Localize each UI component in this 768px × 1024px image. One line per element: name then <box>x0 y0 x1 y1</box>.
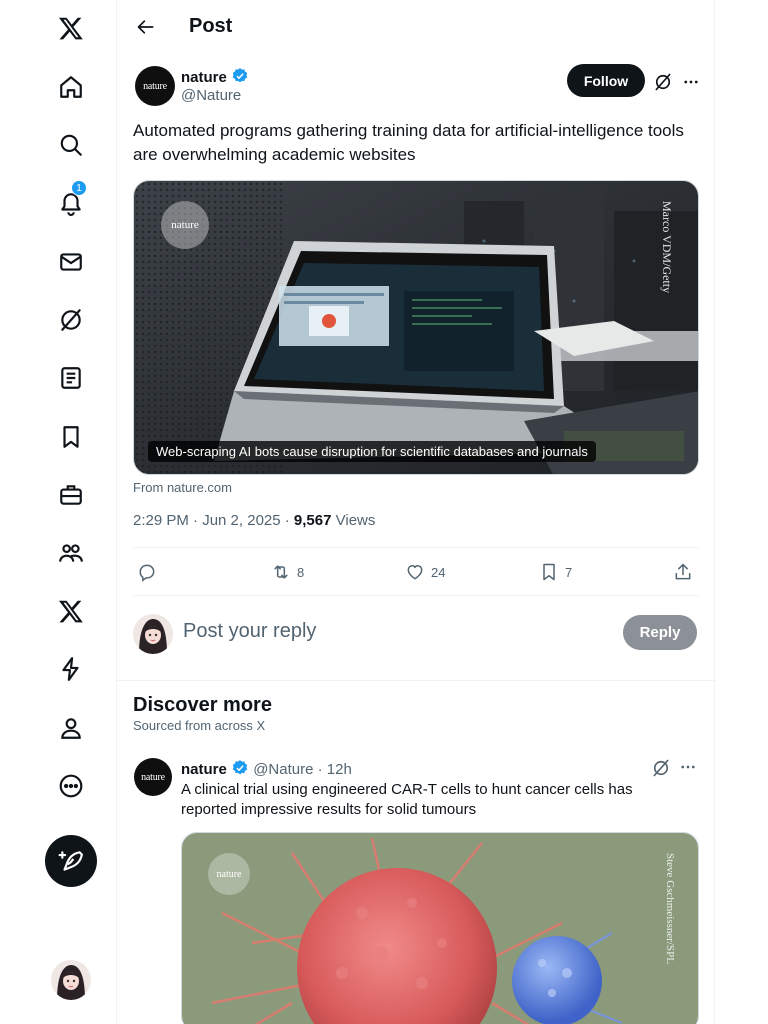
card-source[interactable]: From nature.com <box>133 480 232 495</box>
author-handle[interactable]: @Nature <box>181 87 241 104</box>
share-icon <box>675 563 691 580</box>
more-options-button[interactable] <box>679 70 703 94</box>
reply-button[interactable]: Reply <box>623 615 697 650</box>
grok-icon <box>655 73 671 91</box>
author-name-text: nature <box>181 69 227 86</box>
page-title: Post <box>189 15 233 37</box>
grok-icon <box>653 759 669 777</box>
post-text: Automated programs gathering training da… <box>133 121 684 164</box>
arrow-left-icon <box>137 20 154 34</box>
views-count: 9,567 <box>293 512 332 529</box>
notification-badge: 1 <box>71 180 87 196</box>
discover-post-header: nature @Nature · 12h <box>181 759 352 778</box>
card-image <box>134 181 698 474</box>
author-avatar[interactable]: nature <box>135 66 175 106</box>
left-nav: 1 <box>0 0 116 1024</box>
repost-action[interactable]: 8 <box>271 560 304 584</box>
card-logo: nature <box>161 201 209 249</box>
author-name[interactable]: nature <box>181 67 249 86</box>
back-button[interactable] <box>129 10 163 44</box>
post-actions: 8 24 7 <box>133 547 699 596</box>
reply-icon <box>139 564 155 582</box>
discover-author-avatar[interactable]: nature <box>134 758 172 796</box>
cell-image <box>182 833 698 1024</box>
search-icon[interactable] <box>48 122 94 168</box>
post-timestamp[interactable]: 2:29 PM · Jun 2, 2025 · <box>133 512 294 529</box>
like-action[interactable]: 24 <box>405 560 445 584</box>
media-credit: Steve Gschmeissner/SPL <box>664 853 676 964</box>
link-card[interactable]: nature Marco VDM/Getty Web-scraping AI b… <box>133 180 699 475</box>
discover-more-button[interactable] <box>679 758 697 781</box>
card-caption: Web-scraping AI bots cause disruption fo… <box>148 441 596 462</box>
discover-post[interactable]: nature nature @Nature · 12h A clinical t… <box>133 758 699 1024</box>
grok-explain-button[interactable] <box>651 70 675 94</box>
compose-button[interactable] <box>45 835 97 887</box>
discover-post-text: A clinical trial using engineered CAR-T … <box>181 781 633 818</box>
communities-icon[interactable] <box>48 530 94 576</box>
post-meta: 2:29 PM · Jun 2, 2025 · 9,567 Views <box>133 512 375 529</box>
post-author: nature nature @Nature Follow <box>133 64 699 108</box>
reply-composer: Post your reply Reply <box>133 610 699 658</box>
discover-title: Discover more <box>133 694 272 716</box>
home-icon[interactable] <box>48 64 94 110</box>
share-action[interactable] <box>673 560 699 584</box>
profile-icon[interactable] <box>48 705 94 751</box>
bookmark-icon <box>543 563 555 581</box>
avatar-logo-text: nature <box>141 771 165 783</box>
reply-action[interactable] <box>137 560 163 584</box>
avatar-logo-text: nature <box>143 80 167 92</box>
page-header: Post <box>117 0 716 53</box>
views-label: Views <box>331 512 376 529</box>
heart-icon <box>407 565 423 580</box>
notifications-icon[interactable]: 1 <box>48 180 94 226</box>
reply-avatar <box>133 614 173 654</box>
premium-icon[interactable] <box>48 588 94 634</box>
discover-post-media[interactable]: nature Steve Gschmeissner/SPL <box>181 832 699 1024</box>
compose-icon <box>58 851 83 871</box>
like-count: 24 <box>431 564 446 580</box>
reply-input[interactable]: Post your reply <box>183 620 316 643</box>
jobs-icon[interactable] <box>48 472 94 518</box>
follow-button[interactable]: Follow <box>567 64 645 97</box>
repost-count: 8 <box>297 564 305 580</box>
messages-icon[interactable] <box>48 239 94 285</box>
x-logo-icon[interactable] <box>48 5 94 51</box>
media-logo: nature <box>208 853 250 895</box>
discover-subtitle: Sourced from across X <box>133 718 266 733</box>
section-divider <box>117 680 716 681</box>
card-image-credit: Marco VDM/Getty <box>660 201 674 294</box>
ellipsis-icon <box>681 765 695 769</box>
discover-post-time[interactable]: · 12h <box>318 761 352 778</box>
bookmark-count: 7 <box>565 564 573 580</box>
discover-author-handle[interactable]: @Nature <box>253 761 313 778</box>
grok-icon[interactable] <box>48 297 94 343</box>
account-avatar[interactable] <box>51 960 91 1000</box>
lists-icon[interactable] <box>48 355 94 401</box>
repost-icon <box>274 565 288 579</box>
verified-orgs-icon[interactable] <box>48 646 94 692</box>
verified-badge-icon <box>232 68 248 83</box>
bookmarks-icon[interactable] <box>48 414 94 460</box>
verified-badge-icon <box>232 760 248 775</box>
bookmark-action[interactable]: 7 <box>539 560 572 584</box>
more-icon[interactable] <box>48 763 94 809</box>
ellipsis-icon <box>684 80 698 84</box>
discover-author-name[interactable]: nature <box>181 761 227 778</box>
main-column: Post nature nature @Nature Follow Automa… <box>116 0 716 1024</box>
